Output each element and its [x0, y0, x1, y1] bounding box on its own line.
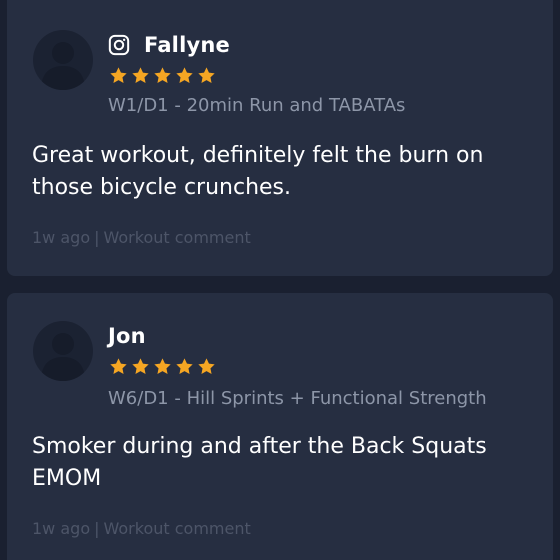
comment-card[interactable]: Fallyne W1/D1 - 20min Run and TABATAs Gr…	[7, 0, 553, 276]
comment-time: 1w ago	[32, 519, 91, 538]
author-row: Jon	[108, 322, 146, 350]
star-icon	[110, 67, 127, 83]
comment-feed: Fallyne W1/D1 - 20min Run and TABATAs Gr…	[0, 0, 560, 560]
star-icon	[154, 358, 171, 374]
star-icon	[176, 67, 193, 83]
comment-meta: 1w ago | Workout comment	[32, 228, 251, 247]
star-icon	[176, 358, 193, 374]
meta-separator: |	[94, 519, 100, 538]
avatar[interactable]	[33, 321, 93, 381]
comment-card[interactable]: Jon W6/D1 - Hill Sprints + Functional St…	[7, 293, 553, 560]
author-name[interactable]: Fallyne	[144, 33, 230, 57]
star-icon	[198, 358, 215, 374]
comment-type: Workout comment	[103, 228, 251, 247]
meta-separator: |	[94, 228, 100, 247]
star-rating	[109, 66, 216, 85]
star-icon	[198, 67, 215, 83]
instagram-icon	[108, 34, 130, 56]
comment-type: Workout comment	[103, 519, 251, 538]
star-icon	[110, 358, 127, 374]
workout-title[interactable]: W6/D1 - Hill Sprints + Functional Streng…	[108, 388, 487, 409]
author-row: Fallyne	[108, 31, 230, 59]
author-name[interactable]: Jon	[108, 324, 146, 348]
star-rating	[109, 357, 216, 376]
user-silhouette-icon	[41, 333, 85, 381]
comment-time: 1w ago	[32, 228, 91, 247]
comment-meta: 1w ago | Workout comment	[32, 519, 251, 538]
star-icon	[154, 67, 171, 83]
star-icon	[132, 358, 149, 374]
comment-text: Smoker during and after the Back Squats …	[32, 434, 487, 491]
avatar[interactable]	[33, 30, 93, 90]
workout-title[interactable]: W1/D1 - 20min Run and TABATAs	[108, 95, 405, 116]
star-icon	[132, 67, 149, 83]
user-silhouette-icon	[41, 42, 85, 90]
comment-text: Great workout, definitely felt the burn …	[32, 143, 484, 200]
